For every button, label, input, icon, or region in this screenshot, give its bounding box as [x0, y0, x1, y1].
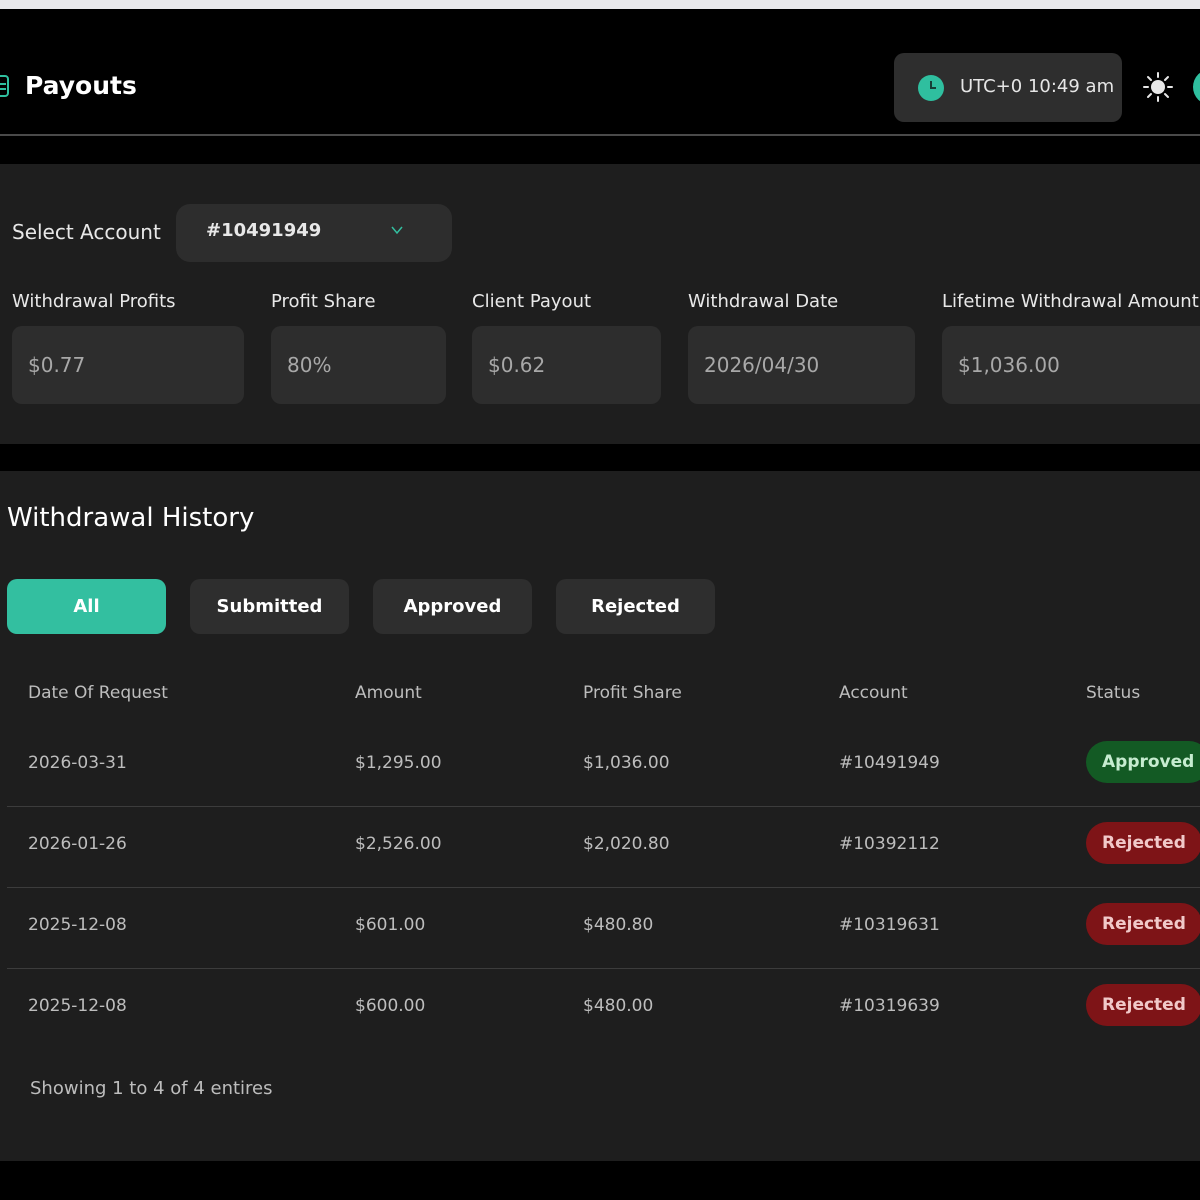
profit-share: $480.00 [583, 996, 654, 1016]
profit-share-field: 80% [271, 326, 446, 404]
profit-share-label: Profit Share [271, 291, 376, 312]
lifetime-withdrawal-field: $1,036.00 [942, 326, 1200, 404]
status-badge: Rejected [1086, 822, 1200, 864]
chevron-down-icon [391, 226, 403, 235]
table-row: 2025-12-08 $600.00 $480.00 #10319639 Rej… [7, 968, 1200, 1049]
request-date: 2025-12-08 [28, 915, 127, 935]
client-payout-field: $0.62 [472, 326, 661, 404]
column-header-profit-share: Profit Share [583, 683, 682, 703]
payouts-icon [0, 75, 9, 97]
tab-approved[interactable]: Approved [373, 579, 532, 634]
amount: $600.00 [355, 996, 426, 1016]
amount: $2,526.00 [355, 834, 442, 854]
column-header-status: Status [1086, 683, 1141, 703]
top-bar: Payouts UTC+0 10:49 am [0, 9, 1200, 134]
window-top-strip [0, 0, 1200, 9]
status-badge: Rejected [1086, 903, 1200, 945]
header-divider [0, 134, 1200, 136]
column-header-account: Account [839, 683, 908, 703]
withdrawal-profits-value: $0.77 [28, 353, 86, 377]
account-id: #10319639 [839, 996, 940, 1016]
clock-icon [918, 75, 944, 101]
status-badge: Rejected [1086, 984, 1200, 1026]
page-title: Payouts [25, 71, 137, 100]
profit-share-value: 80% [287, 353, 332, 377]
profit-share: $480.80 [583, 915, 654, 935]
table-row: 2026-03-31 $1,295.00 $1,036.00 #10491949… [7, 725, 1200, 806]
request-date: 2025-12-08 [28, 996, 127, 1016]
account-summary-panel: Select Account #10491949 Withdrawal Prof… [0, 164, 1200, 444]
tab-all[interactable]: All [7, 579, 166, 634]
withdrawal-profits-label: Withdrawal Profits [12, 291, 176, 312]
withdrawal-history-panel: Withdrawal History All Submitted Approve… [0, 471, 1200, 1161]
account-id: #10392112 [839, 834, 940, 854]
tab-rejected[interactable]: Rejected [556, 579, 715, 634]
current-time: UTC+0 10:49 am [960, 76, 1115, 97]
lifetime-withdrawal-label: Lifetime Withdrawal Amount A [942, 291, 1200, 312]
request-date: 2026-03-31 [28, 753, 127, 773]
avatar[interactable] [1193, 69, 1200, 105]
column-header-amount: Amount [355, 683, 422, 703]
account-id: #10319631 [839, 915, 940, 935]
withdrawal-date-field: 2026/04/30 [688, 326, 915, 404]
withdrawal-date-value: 2026/04/30 [704, 353, 820, 377]
column-header-date: Date Of Request [28, 683, 168, 703]
account-select-value: #10491949 [206, 220, 322, 241]
account-select[interactable]: #10491949 [176, 204, 452, 262]
select-account-label: Select Account [12, 220, 161, 244]
withdrawal-date-label: Withdrawal Date [688, 291, 839, 312]
client-payout-label: Client Payout [472, 291, 592, 312]
timezone-clock: UTC+0 10:49 am [894, 53, 1122, 122]
lifetime-withdrawal-value: $1,036.00 [958, 353, 1060, 377]
pagination-summary: Showing 1 to 4 of 4 entires [30, 1078, 273, 1099]
amount: $1,295.00 [355, 753, 442, 773]
table-row: 2025-12-08 $601.00 $480.80 #10319631 Rej… [7, 887, 1200, 968]
table-row: 2026-01-26 $2,526.00 $2,020.80 #10392112… [7, 806, 1200, 887]
client-payout-value: $0.62 [488, 353, 546, 377]
sun-icon[interactable] [1143, 72, 1173, 102]
profit-share: $1,036.00 [583, 753, 670, 773]
account-id: #10491949 [839, 753, 940, 773]
status-badge: Approved [1086, 741, 1200, 783]
section-title: Withdrawal History [7, 503, 255, 533]
profit-share: $2,020.80 [583, 834, 670, 854]
withdrawal-profits-field: $0.77 [12, 326, 244, 404]
amount: $601.00 [355, 915, 426, 935]
tab-submitted[interactable]: Submitted [190, 579, 349, 634]
request-date: 2026-01-26 [28, 834, 127, 854]
